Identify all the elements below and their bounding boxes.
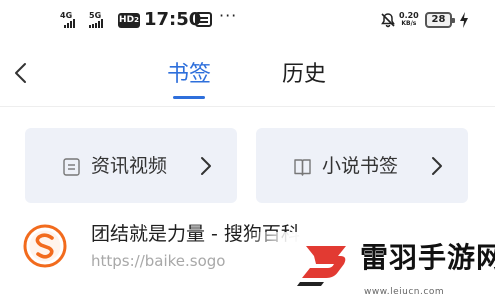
more-notifications-icon: ··· [219,6,238,25]
watermark-name: 雷羽手游网 [360,241,495,274]
category-label: 小说书签 [322,155,399,177]
mute-bell-icon [381,13,395,28]
battery-level: 28 [431,14,446,25]
category-card-news-video[interactable]: 资讯视频 [25,128,237,203]
chevron-right-icon [201,157,211,175]
network-speed: 0.20 KB/s [399,11,419,28]
signal-2-bars-icon [89,19,103,28]
document-icon [63,158,80,176]
tab-bookmarks[interactable]: 书签 [167,60,211,90]
watermark-logo-icon [297,246,346,286]
tab-history[interactable]: 历史 [282,60,326,90]
net-speed-unit: KB/s [401,20,417,27]
back-button[interactable] [6,58,36,88]
watermark-url: www.leiucn.com [364,287,445,297]
chevron-left-icon [15,63,26,83]
hd-voice-icon: HD2 [118,13,140,28]
message-icon [195,12,212,27]
header-divider [0,106,495,107]
battery-icon: 28 [425,12,455,28]
hd-label: HD [119,15,135,25]
hd-sub-label: 2 [134,16,139,24]
category-label: 资讯视频 [91,155,168,177]
status-bar: 4G 5G HD2 17:50 ··· 0.20 KB/s 28 [0,0,495,44]
status-time: 17:50 [144,9,202,30]
sogou-logo-icon [23,224,67,268]
signal-1-bars-icon [64,19,75,28]
active-tab-indicator [173,96,205,99]
watermark: 雷羽手游网 www.leiucn.com [244,232,495,306]
book-icon [294,159,311,176]
charging-bolt-icon [460,12,468,28]
category-card-novel-bookmarks[interactable]: 小说书签 [256,128,468,203]
net-speed-value: 0.20 [399,11,419,20]
chevron-right-icon [432,157,442,175]
